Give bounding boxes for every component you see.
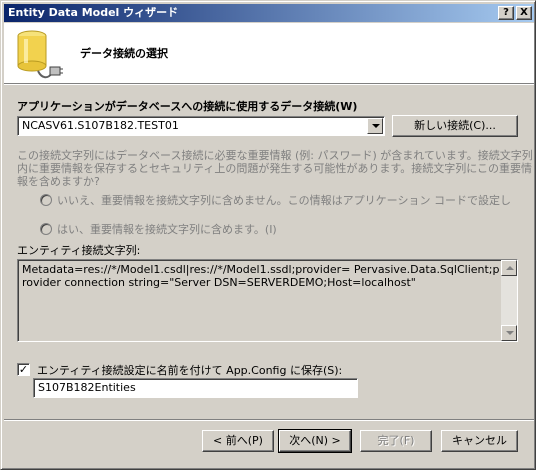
connection-label: アプリケーションがデータベースへの接続に使用するデータ接続(W) (17, 100, 358, 113)
sensitive-description-line3: 報を含めますか? (17, 175, 100, 188)
footer-divider (4, 419, 534, 421)
window-title: Entity Data Model ウィザード (8, 6, 179, 19)
database-connection-icon (17, 30, 63, 79)
entity-name-field[interactable]: S107B182Entities (33, 378, 358, 398)
vertical-scrollbar[interactable] (501, 260, 517, 341)
close-button[interactable]: X (516, 6, 532, 20)
help-button[interactable]: ? (498, 6, 514, 20)
connection-select[interactable]: NCASV61.S107B182.TEST01 (17, 116, 385, 136)
entity-connection-text: Metadata=res://*/Model1.csdl|res://*/Mod… (22, 263, 500, 289)
radio-exclude-sensitive[interactable] (40, 194, 52, 206)
title-bar: Entity Data Model ウィザード (4, 4, 534, 22)
option-yes-label: はい、重要情報を接続文字列に含めます。(I) (57, 223, 277, 236)
cancel-button[interactable]: キャンセル (441, 430, 518, 452)
wizard-header: データ接続の選択 (4, 23, 534, 83)
wizard-window: Entity Data Model ウィザード ? X データ接続の選択 アプリ… (0, 0, 536, 470)
option-no-label: いいえ、重要情報を接続文字列に含めません。この情報はアプリケーション コードで設… (57, 194, 511, 207)
scroll-up-icon[interactable] (501, 260, 517, 276)
save-config-label: エンティティ接続設定に名前を付けて App.Config に保存(S): (37, 364, 343, 377)
entity-connection-string[interactable]: Metadata=res://*/Model1.csdl|res://*/Mod… (17, 259, 518, 342)
chevron-down-icon[interactable] (367, 118, 383, 134)
save-config-checkbox[interactable]: ✓ (17, 363, 30, 376)
connection-selected-value: NCASV61.S107B182.TEST01 (22, 119, 179, 132)
next-button[interactable]: 次へ(N) > (278, 429, 352, 453)
header-divider (4, 83, 534, 85)
entity-connection-label: エンティティ接続文字列: (17, 244, 141, 257)
finish-button[interactable]: 完了(F) (360, 430, 432, 452)
new-connection-button[interactable]: 新しい接続(C)... (392, 115, 518, 137)
back-button[interactable]: < 前へ(P) (202, 430, 274, 452)
header-title: データ接続の選択 (80, 47, 168, 60)
entity-name-value: S107B182Entities (38, 381, 136, 394)
scroll-down-icon[interactable] (501, 325, 517, 341)
radio-include-sensitive[interactable] (40, 223, 52, 235)
